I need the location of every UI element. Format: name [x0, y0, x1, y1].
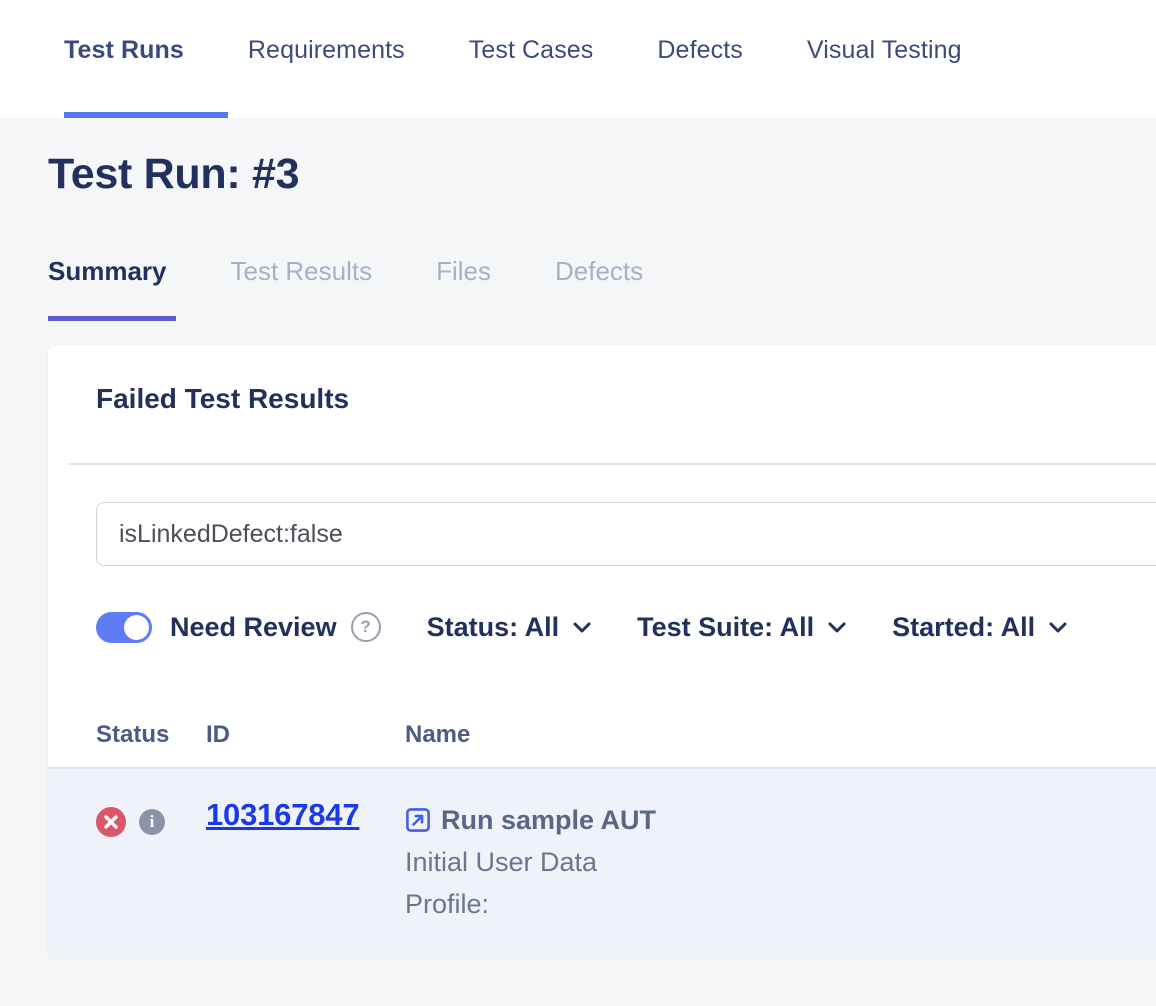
failed-icon[interactable] [96, 807, 126, 837]
name-first-line: Run sample AUT [405, 799, 705, 841]
chevron-down-icon [573, 622, 591, 633]
started-filter-dropdown[interactable]: Started: All [892, 612, 1067, 643]
search-input[interactable] [96, 502, 1156, 566]
sub-tab-bar: Summary Test Results Files Defects [48, 256, 643, 287]
chevron-down-icon [828, 622, 846, 633]
started-filter-label: Started: All [892, 612, 1035, 643]
sub-tab-summary[interactable]: Summary [48, 256, 167, 287]
test-result-subtitle-line-1: Initial User Data [405, 841, 705, 883]
failed-test-results-card: Failed Test Results Need Review ? Status… [48, 345, 1156, 958]
external-link-icon[interactable] [405, 807, 431, 833]
cell-status: i [96, 807, 165, 837]
need-review-toggle[interactable] [96, 612, 152, 643]
chevron-down-icon [1049, 622, 1067, 633]
top-navigation-bar: Test Runs Requirements Test Cases Defect… [0, 0, 1156, 118]
test-result-id-link[interactable]: 103167847 [206, 797, 359, 833]
column-header-id[interactable]: ID [206, 721, 230, 749]
top-tab-test-runs[interactable]: Test Runs [64, 36, 184, 65]
need-review-label: Need Review [170, 612, 337, 643]
sub-tab-files[interactable]: Files [436, 256, 491, 287]
test-result-subtitle-line-2: Profile: [405, 883, 705, 925]
top-tab-defects[interactable]: Defects [657, 36, 742, 65]
results-table-header: Status ID Name [48, 703, 1156, 769]
filter-bar: Need Review ? Status: All Test Suite: Al… [96, 607, 1067, 647]
column-header-status[interactable]: Status [96, 721, 169, 749]
top-navigation-tabs: Test Runs Requirements Test Cases Defect… [64, 36, 962, 65]
info-icon[interactable]: i [139, 809, 165, 835]
column-header-name[interactable]: Name [405, 721, 470, 749]
sub-tab-defects[interactable]: Defects [555, 256, 643, 287]
cell-name: Run sample AUT Initial User Data Profile… [405, 799, 705, 925]
top-tab-requirements[interactable]: Requirements [248, 36, 405, 65]
toggle-knob [124, 615, 149, 640]
test-suite-filter-dropdown[interactable]: Test Suite: All [637, 612, 846, 643]
search-field-wrapper [96, 502, 1156, 566]
page-content: Test Run: #3 Summary Test Results Files … [0, 118, 1156, 1006]
test-suite-filter-label: Test Suite: All [637, 612, 814, 643]
page-title: Test Run: #3 [48, 150, 299, 199]
sub-tab-active-indicator [48, 316, 176, 321]
test-result-name: Run sample AUT [441, 799, 656, 841]
status-filter-dropdown[interactable]: Status: All [427, 612, 592, 643]
card-title: Failed Test Results [96, 383, 349, 415]
top-tab-visual-testing[interactable]: Visual Testing [807, 36, 962, 65]
table-row[interactable]: i 103167847 Run sample AUT Initial User … [48, 769, 1156, 958]
top-tab-test-cases[interactable]: Test Cases [469, 36, 594, 65]
status-filter-label: Status: All [427, 612, 560, 643]
sub-tab-test-results[interactable]: Test Results [231, 256, 373, 287]
question-circle-icon[interactable]: ? [351, 612, 381, 642]
card-divider [68, 463, 1156, 465]
